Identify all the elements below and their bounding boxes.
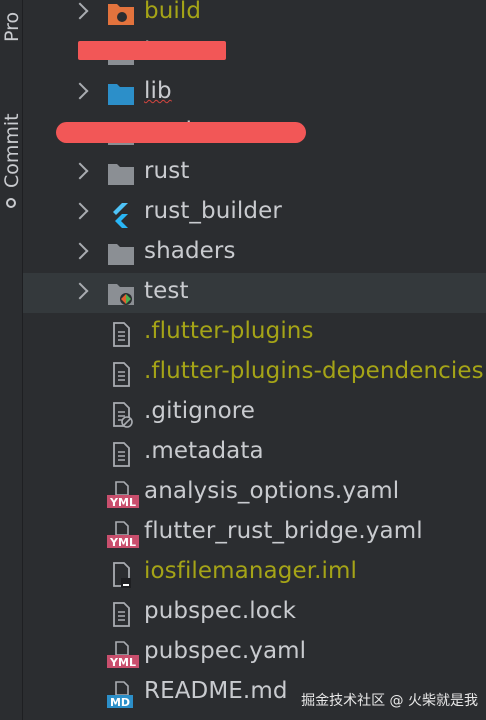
yaml-file-icon: YML (107, 521, 139, 549)
markdown-file-icon: MD (107, 681, 135, 709)
tree-row-label: .metadata (144, 438, 264, 464)
tree-row-label: rust (144, 158, 190, 184)
commit-tab[interactable]: Commit (1, 113, 23, 188)
tree-row[interactable]: shaders (23, 233, 486, 273)
yaml-file-icon: YML (107, 641, 139, 669)
tree-row[interactable]: iosfilemanager.iml (23, 553, 486, 593)
gitignore-icon (107, 401, 135, 428)
svg-text:YML: YML (109, 496, 136, 509)
text-file-icon (107, 601, 135, 627)
folder-icon (107, 241, 135, 267)
svg-text:YML: YML (109, 536, 136, 549)
chevron-right-icon[interactable] (71, 242, 89, 260)
tree-row[interactable]: YML flutter_rust_bridge.yaml (23, 513, 486, 553)
tree-row-label: build (144, 0, 202, 24)
tree-row[interactable]: build (23, 0, 486, 33)
chevron-right-icon[interactable] (71, 162, 89, 180)
left-tool-strip: Pro Commit (0, 0, 23, 720)
tree-row-label: shaders (144, 238, 236, 264)
project-tab[interactable]: Pro (1, 12, 23, 42)
tree-row[interactable]: .metadata (23, 433, 486, 473)
text-file-icon (107, 441, 135, 467)
tree-row-label: .flutter-plugins (144, 318, 314, 344)
redaction-bar (78, 41, 226, 60)
tree-row-label: lib (144, 78, 172, 104)
tree-row-label: analysis_options.yaml (144, 478, 400, 504)
tree-row-label: pubspec.lock (144, 598, 297, 624)
tree-row-label: .flutter-plugins-dependencies (144, 358, 484, 384)
tree-row[interactable]: test (23, 273, 486, 313)
tree-row-label: .gitignore (144, 398, 256, 424)
tree-row[interactable]: .flutter-plugins (23, 313, 486, 353)
tree-row-label: iosfilemanager.iml (144, 558, 358, 584)
iml-file-icon (107, 561, 135, 588)
tree-row[interactable]: .gitignore (23, 393, 486, 433)
text-file-icon (107, 321, 135, 347)
svg-text:YML: YML (109, 656, 136, 669)
tree-row-label: README.md (144, 678, 288, 704)
svg-text:MD: MD (110, 696, 130, 709)
folder-icon (107, 81, 135, 107)
tree-row[interactable]: rust_builder (23, 193, 486, 233)
test-folder-icon (107, 281, 135, 307)
redaction-bar (56, 122, 306, 143)
folder-icon (107, 161, 135, 187)
tree-row[interactable]: lib (23, 73, 486, 113)
tree-row-label: pubspec.yaml (144, 638, 307, 664)
tree-row-label: test (144, 278, 189, 304)
chevron-right-icon[interactable] (71, 2, 89, 20)
yaml-file-icon: YML (107, 481, 139, 509)
folder-icon (107, 1, 135, 27)
chevron-right-icon[interactable] (71, 202, 89, 220)
text-file-icon (107, 361, 135, 387)
chevron-right-icon[interactable] (71, 82, 89, 100)
tree-row[interactable]: YML analysis_options.yaml (23, 473, 486, 513)
tree-row[interactable]: pubspec.lock (23, 593, 486, 633)
watermark-text: 掘金技术社区 @ 火柴就是我 (301, 693, 478, 709)
tree-row[interactable]: .flutter-plugins-dependencies (23, 353, 486, 393)
flutter-icon (107, 201, 135, 228)
tree-row-label: rust_builder (144, 198, 282, 224)
chevron-right-icon[interactable] (71, 282, 89, 300)
project-tree: buildioslibpackagerustrust_buildershader… (23, 0, 486, 720)
tree-row[interactable]: YML pubspec.yaml (23, 633, 486, 673)
tree-row-label: flutter_rust_bridge.yaml (144, 518, 423, 544)
tree-row[interactable]: rust (23, 153, 486, 193)
commit-icon (6, 198, 16, 208)
